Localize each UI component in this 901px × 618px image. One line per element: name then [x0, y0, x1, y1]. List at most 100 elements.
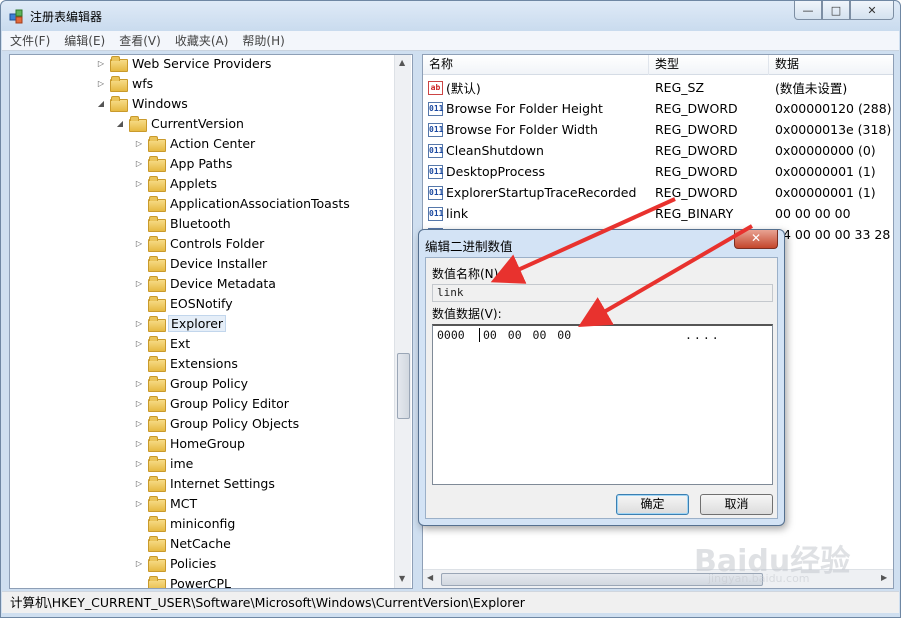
- tree-item[interactable]: NetCache: [134, 533, 233, 553]
- value-data: (数值未设置): [775, 81, 848, 96]
- tree-item[interactable]: ▷ HomeGroup: [134, 433, 247, 453]
- tree-item-label: Group Policy Editor: [170, 395, 289, 411]
- value-row[interactable]: 011 link REG_BINARY 00 00 00 00: [423, 203, 893, 224]
- tree-item[interactable]: ▷ Internet Settings: [134, 473, 277, 493]
- scrollbar-thumb[interactable]: [397, 353, 410, 419]
- tree-item[interactable]: ▷ Policies: [134, 553, 218, 573]
- value-type: REG_DWORD: [655, 185, 738, 200]
- tree-item[interactable]: ▷ Action Center: [134, 133, 257, 153]
- folder-icon: [148, 156, 166, 172]
- value-row[interactable]: 011 Browse For Folder Height REG_DWORD 0x00…: [423, 98, 893, 119]
- folder-icon: [148, 196, 166, 212]
- scroll-left-icon[interactable]: ◀: [427, 573, 433, 582]
- tree-item[interactable]: ▷ App Paths: [134, 153, 234, 173]
- tree-item[interactable]: ▷ Group Policy Editor: [134, 393, 291, 413]
- expand-toggle-icon[interactable]: ▷: [134, 559, 144, 568]
- tree-item[interactable]: ◢ CurrentVersion: [115, 113, 246, 133]
- expand-toggle-icon[interactable]: ▷: [134, 399, 144, 408]
- expand-toggle-icon[interactable]: ▷: [134, 139, 144, 148]
- tree-item[interactable]: Extensions: [134, 353, 240, 373]
- value-row[interactable]: 011 CleanShutdown REG_DWORD 0x00000000 (0): [423, 140, 893, 161]
- tree-item[interactable]: ▷ Applets: [134, 173, 219, 193]
- tree-item[interactable]: EOSNotify: [134, 293, 235, 313]
- folder-icon: [148, 176, 166, 192]
- expand-toggle-icon[interactable]: ▷: [134, 159, 144, 168]
- value-name-cell: 011 CleanShutdown: [423, 143, 649, 158]
- hex-bytes[interactable]: 00 00 00 00: [483, 328, 571, 342]
- expand-toggle-icon[interactable]: ▷: [134, 499, 144, 508]
- tree-item[interactable]: ▷ Group Policy: [134, 373, 250, 393]
- expand-toggle-icon[interactable]: ▷: [134, 439, 144, 448]
- expand-toggle-icon[interactable]: ▷: [134, 239, 144, 248]
- tree-item[interactable]: ApplicationAssociationToasts: [134, 193, 352, 213]
- folder-icon: [148, 356, 166, 372]
- tree-vertical-scrollbar[interactable]: ▲ ▼: [394, 55, 411, 588]
- tree-item[interactable]: Bluetooth: [134, 213, 233, 233]
- tree-item[interactable]: ◢ Windows: [96, 93, 190, 113]
- expand-toggle-icon[interactable]: ▷: [134, 419, 144, 428]
- tree-item[interactable]: ▷ Controls Folder: [134, 233, 266, 253]
- expand-toggle-icon[interactable]: ◢: [96, 99, 106, 108]
- ok-button[interactable]: 确定: [616, 494, 689, 515]
- expand-toggle-icon[interactable]: ▷: [134, 319, 144, 328]
- folder-icon: [148, 456, 166, 472]
- value-data-hex-editor[interactable]: 0000 00 00 00 00 ....: [432, 324, 773, 485]
- value-data: 00 00 00 00: [775, 206, 851, 221]
- maximize-button[interactable]: □: [822, 1, 850, 20]
- value-row[interactable]: 011 Browse For Folder Width REG_DWORD 0x000…: [423, 119, 893, 140]
- tree-item-label: Internet Settings: [170, 475, 275, 491]
- expand-toggle-icon[interactable]: ◢: [115, 119, 125, 128]
- tree-item[interactable]: ▷ Web Service Providers: [96, 55, 273, 73]
- tree-item[interactable]: ▷ Group Policy Objects: [134, 413, 301, 433]
- scroll-down-icon[interactable]: ▼: [399, 574, 405, 583]
- tree-item[interactable]: miniconfig: [134, 513, 237, 533]
- expand-toggle-icon[interactable]: ▷: [134, 179, 144, 188]
- tree-item[interactable]: ▷ MCT: [134, 493, 199, 513]
- folder-icon: [148, 396, 166, 412]
- column-name[interactable]: 名称: [423, 55, 649, 75]
- text-caret: [479, 328, 480, 342]
- expand-toggle-icon[interactable]: ▷: [134, 479, 144, 488]
- menu-favorites[interactable]: 收藏夹(A): [175, 32, 229, 49]
- expand-toggle-icon[interactable]: ▷: [96, 79, 106, 88]
- value-name: link: [446, 206, 469, 221]
- close-button[interactable]: ✕: [850, 1, 894, 20]
- value-row[interactable]: ab (默认) REG_SZ (数值未设置): [423, 77, 893, 98]
- menu-edit[interactable]: 编辑(E): [64, 32, 105, 49]
- tree-item-label: Applets: [170, 175, 217, 191]
- menu-file[interactable]: 文件(F): [10, 32, 50, 49]
- tree-item[interactable]: ▷ Device Metadata: [134, 273, 278, 293]
- scroll-up-icon[interactable]: ▲: [399, 58, 405, 67]
- tree-item[interactable]: ▷ wfs: [96, 73, 155, 93]
- tree-item[interactable]: ▷ ime: [134, 453, 195, 473]
- expand-toggle-icon[interactable]: ▷: [134, 339, 144, 348]
- minimize-button[interactable]: —: [794, 1, 822, 20]
- binary-value-icon: 011: [428, 143, 443, 158]
- expand-toggle-icon[interactable]: ▷: [134, 459, 144, 468]
- tree-item[interactable]: ▷ Explorer: [134, 313, 227, 333]
- tree-item[interactable]: Device Installer: [134, 253, 269, 273]
- title-bar[interactable]: 注册表编辑器 — □ ✕: [1, 1, 900, 31]
- tree-item[interactable]: PowerCPL: [134, 573, 233, 588]
- value-name: ExplorerStartupTraceRecorded: [446, 185, 637, 200]
- dialog-close-button[interactable]: ✕: [734, 230, 778, 249]
- cancel-button[interactable]: 取消: [700, 494, 773, 515]
- registry-tree[interactable]: ▷ Web Service Providers ▷ wfs ◢ Windows ◢ Curre…: [9, 54, 413, 589]
- value-name: Browse For Folder Height: [446, 101, 603, 116]
- tree-item[interactable]: ▷ Ext: [134, 333, 192, 353]
- column-type[interactable]: 类型: [649, 55, 769, 75]
- dialog-title: 编辑二进制数值: [425, 239, 513, 254]
- folder-icon: [148, 556, 166, 572]
- tree-item-label: MCT: [170, 495, 198, 511]
- column-data[interactable]: 数据: [769, 55, 893, 75]
- expand-toggle-icon[interactable]: ▷: [134, 379, 144, 388]
- value-name-label: 数值名称(N):: [432, 267, 503, 281]
- menu-view[interactable]: 查看(V): [119, 32, 161, 49]
- folder-icon: [148, 256, 166, 272]
- expand-toggle-icon[interactable]: ▷: [134, 279, 144, 288]
- value-row[interactable]: 011 ExplorerStartupTraceRecorded REG_DWORD…: [423, 182, 893, 203]
- string-value-icon: ab: [428, 80, 443, 95]
- menu-help[interactable]: 帮助(H): [242, 32, 284, 49]
- value-row[interactable]: 011 DesktopProcess REG_DWORD 0x00000001 (1): [423, 161, 893, 182]
- expand-toggle-icon[interactable]: ▷: [96, 59, 106, 68]
